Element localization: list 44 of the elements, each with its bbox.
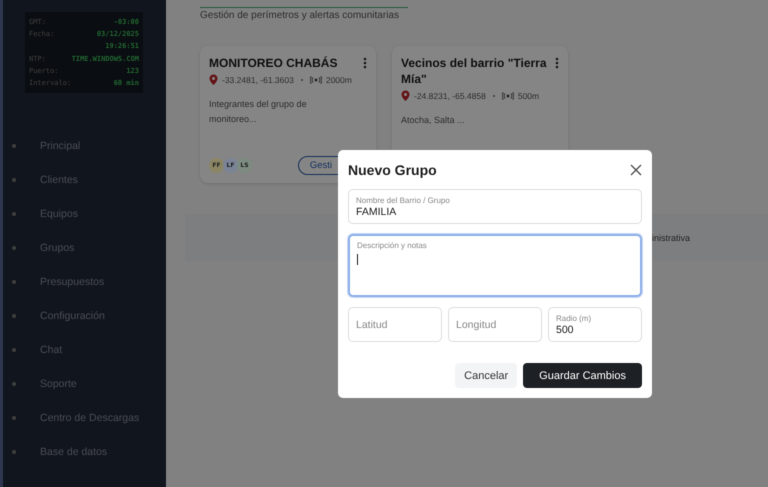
- bullet-icon: [12, 348, 16, 352]
- input-field[interactable]: Longitud: [448, 307, 542, 342]
- bullet-icon: [12, 382, 16, 386]
- separator-dot: [300, 78, 303, 80]
- signal-icon: [310, 76, 322, 84]
- more-icon[interactable]: [363, 57, 367, 69]
- page-subtitle: Gestión de perímetros y alertas comunitarias: [200, 10, 400, 21]
- separator-dot: [492, 94, 495, 96]
- pin-icon: [401, 90, 410, 101]
- close-icon[interactable]: [630, 164, 642, 176]
- card-description: Atocha, Salta ...: [401, 114, 466, 127]
- bullet-icon: [12, 144, 16, 148]
- bullet-icon: [12, 416, 16, 420]
- input-field[interactable]: Nombre del Barrio / Grupo FAMILIA: [348, 189, 642, 224]
- more-icon[interactable]: [555, 57, 559, 69]
- input-field[interactable]: Radio (m) 500: [548, 307, 642, 342]
- cancel-button[interactable]: Cancelar: [455, 363, 518, 388]
- panel-text: inistrativa: [652, 232, 690, 242]
- textarea-field[interactable]: Descripción y notas: [348, 234, 642, 297]
- coordinates: -24.8231, -65.4858: [414, 90, 486, 100]
- radius-value: 2000m: [326, 74, 352, 84]
- coordinates: -33.2481, -61.3603: [222, 74, 294, 84]
- field-label: Radio (m): [556, 314, 592, 322]
- field-placeholder: Longitud: [456, 318, 498, 330]
- card-description: Integrantes del grupo de monitoreo...: [209, 98, 308, 126]
- bullet-icon: [12, 280, 16, 284]
- bullet-icon: [12, 212, 16, 216]
- field-placeholder: Latitud: [356, 318, 389, 330]
- signal-icon: [502, 92, 514, 100]
- bullet-icon: [12, 314, 16, 318]
- save-button[interactable]: Guardar Cambios: [523, 363, 642, 388]
- bullet-icon: [12, 246, 16, 250]
- pin-icon: [209, 74, 218, 85]
- field-label: Nombre del Barrio / Grupo: [356, 196, 451, 204]
- bullet-icon: [12, 178, 16, 182]
- input-field[interactable]: Latitud: [348, 307, 442, 342]
- card-title: Vecinos del barrio "Tierra Mía": [401, 55, 548, 87]
- radius-value: 500m: [518, 90, 540, 100]
- card-title: MONITOREO CHABÁS: [209, 55, 338, 71]
- field-value: 500: [556, 324, 575, 336]
- text-cursor: [357, 254, 358, 265]
- bullet-icon: [12, 450, 16, 454]
- field-value: FAMILIA: [356, 206, 398, 218]
- field-label: Descripción y notas: [357, 241, 428, 250]
